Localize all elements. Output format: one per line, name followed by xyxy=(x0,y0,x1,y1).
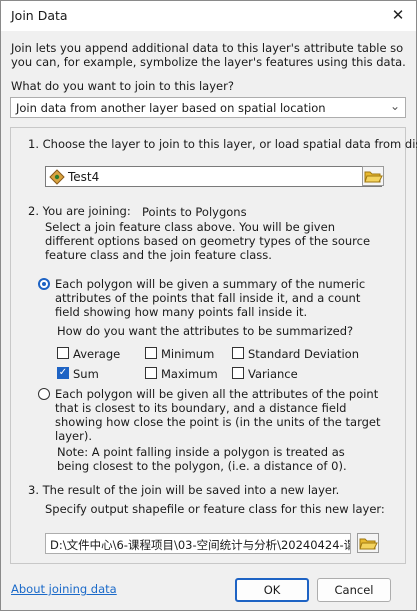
variance-checkbox[interactable] xyxy=(232,367,244,379)
closest-option-label: Each polygon will be given all the attri… xyxy=(55,387,381,443)
cancel-button[interactable]: Cancel xyxy=(317,578,391,602)
title-bar: Join Data ✕ xyxy=(1,1,416,31)
chevron-down-icon: ⌄ xyxy=(389,99,400,113)
layer-select[interactable]: Test4 ▼ xyxy=(45,166,382,187)
summary-option-label: Each polygon will be given a summary of … xyxy=(55,277,366,319)
step2-label: 2. You are joining: xyxy=(28,204,131,218)
std-checkbox[interactable] xyxy=(232,347,244,359)
closest-option-radio[interactable] xyxy=(38,388,50,400)
output-instruction: Specify output shapefile or feature clas… xyxy=(45,502,385,516)
dialog-title: Join Data xyxy=(11,8,68,23)
summary-option-radio[interactable] xyxy=(38,278,50,290)
join-type-value: Join data from another layer based on sp… xyxy=(16,101,326,115)
output-path-input[interactable]: D:\文件中心\6-课程项目\03-空间统计与分析\20240424-谓 xyxy=(45,533,351,554)
summary-question: How do you want the attributes to be sum… xyxy=(57,324,354,338)
step1-label: 1. Choose the layer to join to this laye… xyxy=(28,137,417,151)
maximum-checkbox[interactable] xyxy=(145,367,157,379)
about-joining-link[interactable]: About joining data xyxy=(11,582,117,596)
minimum-label: Minimum xyxy=(161,347,215,361)
close-icon[interactable]: ✕ xyxy=(388,5,408,25)
join-type-select[interactable]: Join data from another layer based on sp… xyxy=(10,97,406,118)
sum-checkbox[interactable]: ✓ xyxy=(57,367,69,379)
step2-description: Select a join feature class above. You w… xyxy=(45,220,371,262)
output-path-value: D:\文件中心\6-课程项目\03-空间统计与分析\20240424-谓 xyxy=(50,538,351,552)
step3-label: 3. The result of the join will be saved … xyxy=(28,483,340,497)
browse-folder-icon[interactable] xyxy=(357,533,379,553)
intro-text: Join lets you append additional data to … xyxy=(11,41,406,69)
note-text: Note: A point falling inside a polygon i… xyxy=(57,445,347,473)
average-label: Average xyxy=(73,347,121,361)
join-question: What do you want to join to this layer? xyxy=(11,79,234,93)
variance-label: Variance xyxy=(248,367,298,381)
average-checkbox[interactable] xyxy=(57,347,69,359)
layer-value: Test4 xyxy=(68,170,100,184)
layer-icon xyxy=(49,169,65,185)
join-kind: Points to Polygons xyxy=(142,205,247,219)
minimum-checkbox[interactable] xyxy=(145,347,157,359)
sum-label: Sum xyxy=(73,367,99,381)
options-panel xyxy=(10,127,406,564)
open-folder-icon[interactable] xyxy=(362,166,384,186)
maximum-label: Maximum xyxy=(161,367,218,381)
ok-button[interactable]: OK xyxy=(235,578,309,602)
std-label: Standard Deviation xyxy=(248,347,359,361)
